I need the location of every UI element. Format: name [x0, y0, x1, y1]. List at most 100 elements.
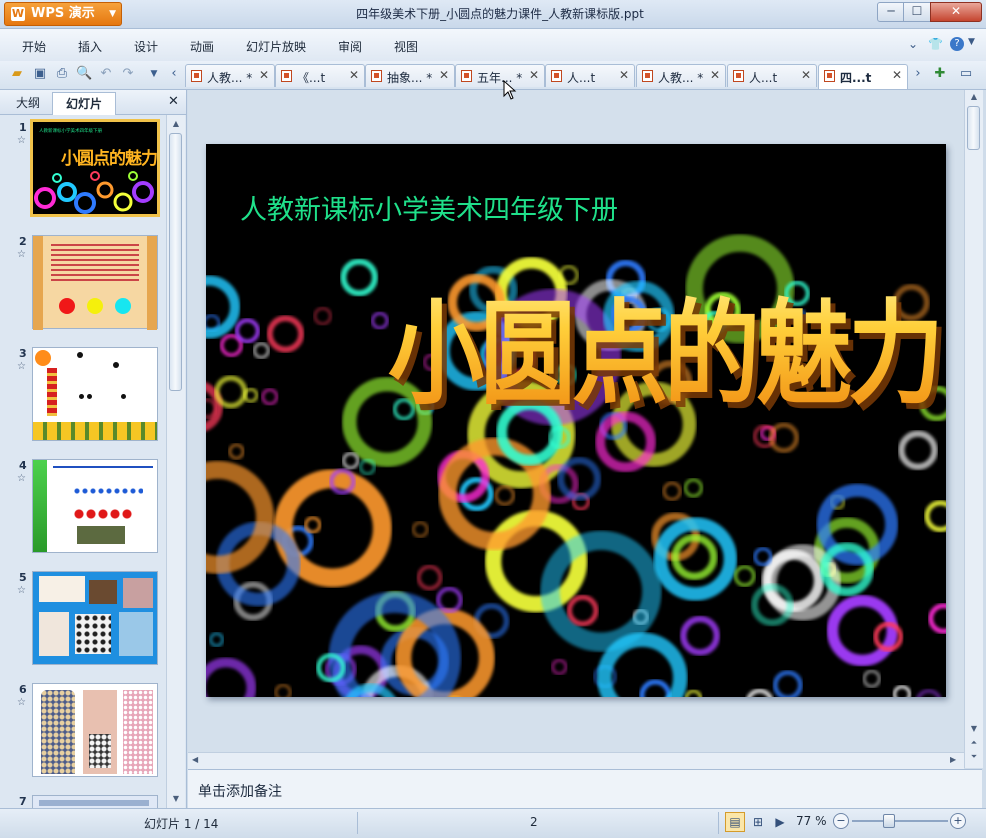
slide-thumbnail[interactable] [32, 459, 158, 553]
zoom-in-button[interactable]: + [950, 813, 966, 829]
previous-slide-icon[interactable]: ⏶ [967, 738, 981, 748]
normal-view-icon[interactable]: ▤ [725, 812, 745, 832]
redo-icon[interactable]: ↷ [120, 66, 136, 82]
app-menu-button[interactable]: W WPS 演示 ▼ [4, 2, 122, 26]
ppt-file-icon [371, 70, 382, 82]
open-folder-icon[interactable]: ▰ [9, 66, 25, 82]
slide-thumbnail[interactable] [32, 347, 158, 441]
doc-tab-label: 人...t [749, 71, 778, 85]
help-dropdown-icon[interactable]: ▼ [968, 37, 975, 47]
wps-logo-icon: W [11, 7, 25, 21]
window-title: 四年级美术下册_小圆点的魅力课件_人教新课标版.ppt [356, 7, 644, 21]
menu-insert[interactable]: 插入 [78, 38, 102, 55]
doc-tab-active[interactable]: 四...t ✕ [818, 64, 908, 89]
mouse-pointer-icon [503, 80, 517, 100]
scroll-left-icon[interactable]: ◀ [192, 755, 198, 764]
slide-thumbnail[interactable] [32, 683, 158, 777]
doc-tab[interactable]: 五年... * ✕ [455, 64, 545, 87]
doc-tab[interactable]: 抽象... * ✕ [365, 64, 455, 87]
collapse-ribbon-icon[interactable]: ⌄ [908, 37, 918, 51]
doc-tab[interactable]: 《...t ✕ [275, 64, 365, 87]
ppt-file-icon [461, 70, 472, 82]
slideshow-view-icon[interactable]: ▶ [770, 812, 790, 832]
scroll-up-icon[interactable]: ▲ [967, 92, 981, 101]
menu-view[interactable]: 视图 [394, 38, 418, 55]
thumbnail-number: 2 [19, 235, 27, 248]
menu-slideshow[interactable]: 幻灯片放映 [246, 38, 306, 55]
notes-placeholder[interactable]: 单击添加备注 [198, 781, 282, 801]
menu-design[interactable]: 设计 [134, 38, 158, 55]
scroll-down-icon[interactable]: ▼ [169, 792, 183, 806]
doc-tab-label: 《...t [297, 71, 326, 85]
status-divider [718, 812, 719, 834]
slide-thumbnail[interactable] [32, 795, 158, 808]
print-preview-icon[interactable]: 🔍 [76, 66, 92, 82]
star-icon: ☆ [17, 585, 26, 596]
skin-shirt-icon[interactable]: 👕 [928, 37, 943, 51]
scroll-down-icon[interactable]: ▼ [967, 724, 981, 733]
slide-subtitle[interactable]: 人教新课标小学美术四年级下册 [240, 188, 618, 227]
star-icon: ☆ [17, 473, 26, 484]
tab-outline[interactable]: 大纲 [8, 92, 48, 114]
slide-title[interactable]: 小圆点的魅力 [388, 262, 944, 426]
notes-pane[interactable]: 单击添加备注 [188, 769, 982, 808]
close-tab-icon[interactable]: ✕ [892, 68, 902, 82]
thumbnail-scrollbar[interactable]: ▲ ▼ [166, 115, 185, 808]
minimize-button[interactable]: ─ [877, 2, 905, 22]
star-icon: ☆ [17, 697, 26, 708]
close-tab-icon[interactable]: ✕ [529, 68, 539, 82]
slide-canvas[interactable]: 人教新课标小学美术四年级下册 小圆点的魅力 小圆点的魅力 [206, 144, 946, 697]
menu-review[interactable]: 审阅 [338, 38, 362, 55]
save-icon[interactable]: ▣ [32, 66, 48, 82]
slide-thumbnail[interactable] [32, 235, 158, 330]
doc-tab[interactable]: 人教... * ✕ [636, 64, 726, 87]
new-tab-icon[interactable]: ✚ [932, 66, 948, 82]
menu-animation[interactable]: 动画 [190, 38, 214, 55]
tab-slides[interactable]: 幻灯片 [52, 92, 116, 115]
editor-horizontal-scrollbar[interactable]: ◀ ▶ [188, 752, 964, 769]
toolbar-dropdown-icon[interactable]: ▼ [146, 66, 162, 82]
maximize-button[interactable]: ☐ [903, 2, 931, 22]
thumbnail-number: 4 [19, 459, 27, 472]
slide-counter: 幻灯片 1 / 14 [144, 817, 219, 831]
editor-vertical-scrollbar[interactable]: ▲ ▼ ⏶ ⏷ [964, 90, 983, 768]
zoom-out-button[interactable]: − [833, 813, 849, 829]
print-icon[interactable]: ⎙ [54, 66, 70, 82]
scrollbar-thumb[interactable] [169, 133, 182, 391]
zoom-slider[interactable] [852, 820, 948, 822]
thumbnail-number: 1 [19, 121, 27, 134]
close-tab-icon[interactable]: ✕ [259, 68, 269, 82]
close-tab-icon[interactable]: ✕ [619, 68, 629, 82]
undo-icon[interactable]: ↶ [98, 66, 114, 82]
next-slide-icon[interactable]: ⏷ [967, 752, 981, 762]
slide-thumbnail[interactable]: 人教新课标小学美术四年级下册 小圆点的魅力 [30, 119, 160, 217]
doc-tab[interactable]: 人...t ✕ [545, 64, 635, 87]
doc-tab-label: 人...t [567, 71, 596, 85]
help-icon[interactable]: ? [950, 37, 964, 51]
tab-list-icon[interactable]: ▭ [958, 66, 974, 82]
slide-thumbnail[interactable] [32, 571, 158, 665]
zoom-slider-knob[interactable] [883, 814, 896, 828]
close-tab-icon[interactable]: ✕ [801, 68, 811, 82]
ppt-file-icon [281, 70, 292, 82]
chevron-down-icon: ▼ [109, 9, 116, 19]
slide-panel: 大纲 幻灯片 ✕ 1 ☆ 人教新课标小学美术四年级下册 小圆点的魅力 2 ☆ 3… [0, 90, 187, 808]
close-window-button[interactable]: ✕ [930, 2, 982, 22]
close-tab-icon[interactable]: ✕ [439, 68, 449, 82]
app-name: WPS 演示 [31, 6, 95, 21]
scrollbar-thumb[interactable] [967, 106, 980, 150]
doc-tab[interactable]: 人教... * ✕ [185, 64, 275, 87]
menu-home[interactable]: 开始 [22, 38, 46, 55]
close-panel-icon[interactable]: ✕ [168, 94, 179, 109]
zoom-level[interactable]: 77 % [796, 814, 827, 828]
thumbnail-number: 7 [19, 795, 27, 808]
tab-scroll-left-icon[interactable]: ‹ [166, 66, 182, 82]
scroll-right-icon[interactable]: ▶ [950, 755, 956, 764]
doc-tab[interactable]: 人...t ✕ [727, 64, 817, 87]
slide-sorter-view-icon[interactable]: ⊞ [748, 812, 768, 832]
tab-scroll-right-icon[interactable]: › [910, 66, 926, 82]
scroll-up-icon[interactable]: ▲ [169, 117, 183, 131]
close-tab-icon[interactable]: ✕ [710, 68, 720, 82]
ppt-file-icon [733, 70, 744, 82]
close-tab-icon[interactable]: ✕ [349, 68, 359, 82]
